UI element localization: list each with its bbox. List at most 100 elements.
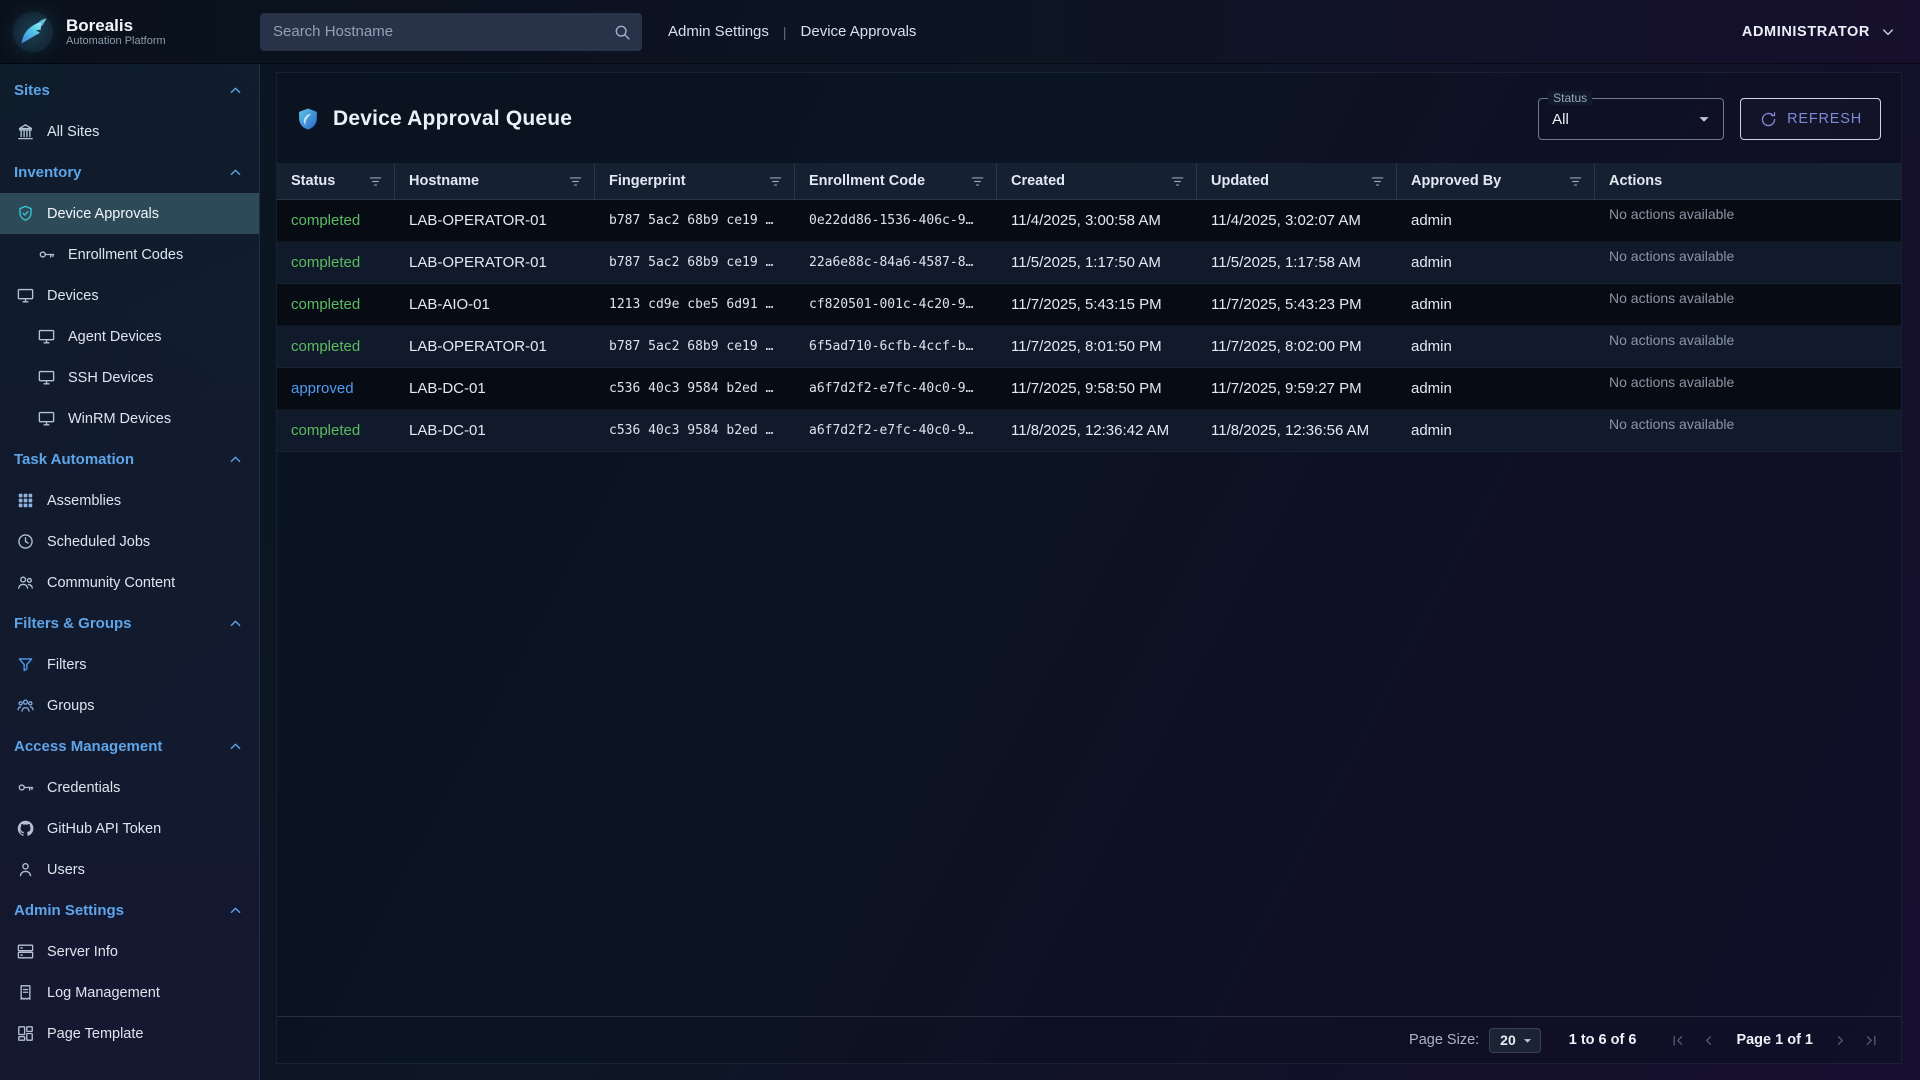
brand-subtitle: Automation Platform	[66, 35, 166, 47]
status-filter-select[interactable]: Status All	[1538, 98, 1724, 140]
column-header-hostname[interactable]: Hostname	[395, 163, 595, 199]
sidebar-item-community-content[interactable]: Community Content	[0, 562, 259, 603]
filter-icon[interactable]	[969, 173, 986, 190]
table-row[interactable]: approvedLAB-DC-01c536 40c3 9584 b2ed …a6…	[277, 368, 1901, 410]
monitor-icon	[37, 327, 56, 346]
page-title: Device Approval Queue	[333, 107, 572, 131]
sidebar-item-users[interactable]: Users	[0, 849, 259, 890]
filter-icon[interactable]	[367, 173, 384, 190]
sidebar-section-label: Admin Settings	[14, 902, 124, 919]
chevron-down-icon	[1878, 22, 1898, 42]
page-size-value: 20	[1500, 1032, 1516, 1048]
column-header-status[interactable]: Status	[277, 163, 395, 199]
column-header-fingerprint[interactable]: Fingerprint	[595, 163, 795, 199]
cell-status: completed	[277, 338, 395, 355]
filter-icon[interactable]	[1369, 173, 1386, 190]
sidebar-item-label: Scheduled Jobs	[47, 534, 150, 550]
cell-approved-by: admin	[1397, 254, 1595, 271]
sidebar-item-enrollment-codes[interactable]: Enrollment Codes	[0, 234, 259, 275]
building-icon	[16, 122, 35, 141]
last-page-button[interactable]	[1858, 1027, 1885, 1054]
sidebar-item-all-sites[interactable]: All Sites	[0, 111, 259, 152]
sidebar-item-assemblies[interactable]: Assemblies	[0, 480, 259, 521]
caret-down-icon	[1519, 1032, 1536, 1049]
filter-icon[interactable]	[1567, 173, 1584, 190]
sidebar-section-access-management[interactable]: Access Management	[0, 726, 259, 767]
sidebar-item-label: Devices	[47, 288, 99, 304]
page-size-select[interactable]: 20	[1489, 1028, 1541, 1053]
sidebar-item-agent-devices[interactable]: Agent Devices	[0, 316, 259, 357]
key-icon	[37, 245, 56, 264]
cell-enrollment-code: a6f7d2f2-e7fc-40c0-9…	[795, 423, 997, 438]
sidebar-item-github-api-token[interactable]: GitHub API Token	[0, 808, 259, 849]
sidebar-item-device-approvals[interactable]: Device Approvals	[0, 193, 259, 234]
sidebar-item-scheduled-jobs[interactable]: Scheduled Jobs	[0, 521, 259, 562]
column-header-label: Enrollment Code	[809, 173, 925, 189]
sidebar-item-filters[interactable]: Filters	[0, 644, 259, 685]
chevron-up-icon	[226, 737, 245, 756]
sidebar-section-sites[interactable]: Sites	[0, 70, 259, 111]
people-icon	[16, 573, 35, 592]
cell-updated: 11/5/2025, 1:17:58 AM	[1197, 254, 1397, 271]
sidebar-section-inventory[interactable]: Inventory	[0, 152, 259, 193]
cell-created: 11/8/2025, 12:36:42 AM	[997, 422, 1197, 439]
cell-created: 11/7/2025, 5:43:15 PM	[997, 296, 1197, 313]
cell-fingerprint: c536 40c3 9584 b2ed …	[595, 381, 795, 396]
filter-icon[interactable]	[567, 173, 584, 190]
row-range-text: 1 to 6 of 6	[1569, 1032, 1637, 1048]
column-header-label: Created	[1011, 173, 1065, 189]
filter-icon[interactable]	[1169, 173, 1186, 190]
hostname-search-box[interactable]	[260, 13, 642, 51]
sidebar-item-log-management[interactable]: Log Management	[0, 972, 259, 1013]
column-header-label: Hostname	[409, 173, 479, 189]
column-header-updated[interactable]: Updated	[1197, 163, 1397, 199]
sidebar-item-page-template[interactable]: Page Template	[0, 1013, 259, 1054]
refresh-button[interactable]: REFRESH	[1740, 98, 1881, 140]
sidebar-section-admin-settings[interactable]: Admin Settings	[0, 890, 259, 931]
table-row[interactable]: completedLAB-OPERATOR-01b787 5ac2 68b9 c…	[277, 326, 1901, 368]
user-menu-label: ADMINISTRATOR	[1742, 24, 1870, 40]
table-body: completedLAB-OPERATOR-01b787 5ac2 68b9 c…	[277, 200, 1901, 452]
column-header-actions[interactable]: Actions	[1595, 163, 1901, 199]
sidebar-item-label: WinRM Devices	[68, 411, 171, 427]
first-page-button[interactable]	[1664, 1027, 1691, 1054]
column-header-created[interactable]: Created	[997, 163, 1197, 199]
table-row[interactable]: completedLAB-DC-01c536 40c3 9584 b2ed …a…	[277, 410, 1901, 452]
previous-page-button[interactable]	[1695, 1027, 1722, 1054]
search-input[interactable]	[273, 23, 612, 40]
cell-enrollment-code: 0e22dd86-1536-406c-9…	[795, 213, 997, 228]
sidebar-section-label: Filters & Groups	[14, 615, 132, 632]
table-row[interactable]: completedLAB-AIO-011213 cd9e cbe5 6d91 ……	[277, 284, 1901, 326]
user-menu[interactable]: ADMINISTRATOR	[1742, 22, 1898, 42]
cell-status: completed	[277, 296, 395, 313]
table-row[interactable]: completedLAB-OPERATOR-01b787 5ac2 68b9 c…	[277, 200, 1901, 242]
clock-icon	[16, 532, 35, 551]
breadcrumb-device-approvals[interactable]: Device Approvals	[801, 23, 917, 40]
chevron-up-icon	[226, 901, 245, 920]
sidebar-section-filters-groups[interactable]: Filters & Groups	[0, 603, 259, 644]
sidebar-item-winrm-devices[interactable]: WinRM Devices	[0, 398, 259, 439]
sidebar-item-devices[interactable]: Devices	[0, 275, 259, 316]
sidebar-section-task-automation[interactable]: Task Automation	[0, 439, 259, 480]
column-header-approved-by[interactable]: Approved By	[1397, 163, 1595, 199]
monitor-icon	[16, 286, 35, 305]
table-row[interactable]: completedLAB-OPERATOR-01b787 5ac2 68b9 c…	[277, 242, 1901, 284]
sidebar-item-server-info[interactable]: Server Info	[0, 931, 259, 972]
grid-icon	[16, 491, 35, 510]
sidebar: SitesAll SitesInventoryDevice ApprovalsE…	[0, 64, 260, 1080]
column-header-enrollment-code[interactable]: Enrollment Code	[795, 163, 997, 199]
next-page-button[interactable]	[1827, 1027, 1854, 1054]
sidebar-item-label: GitHub API Token	[47, 821, 161, 837]
search-icon[interactable]	[612, 22, 632, 42]
sidebar-item-ssh-devices[interactable]: SSH Devices	[0, 357, 259, 398]
sidebar-item-groups[interactable]: Groups	[0, 685, 259, 726]
filter-icon[interactable]	[767, 173, 784, 190]
breadcrumb-admin-settings[interactable]: Admin Settings	[668, 23, 769, 40]
cell-approved-by: admin	[1397, 212, 1595, 229]
sidebar-section-label: Task Automation	[14, 451, 134, 468]
sidebar-item-credentials[interactable]: Credentials	[0, 767, 259, 808]
table-footer: Page Size: 20 1 to 6 of 6 Page 1 of 1	[277, 1016, 1901, 1063]
cell-created: 11/4/2025, 3:00:58 AM	[997, 212, 1197, 229]
sidebar-item-label: Users	[47, 862, 85, 878]
cell-actions: No actions available	[1595, 200, 1901, 222]
